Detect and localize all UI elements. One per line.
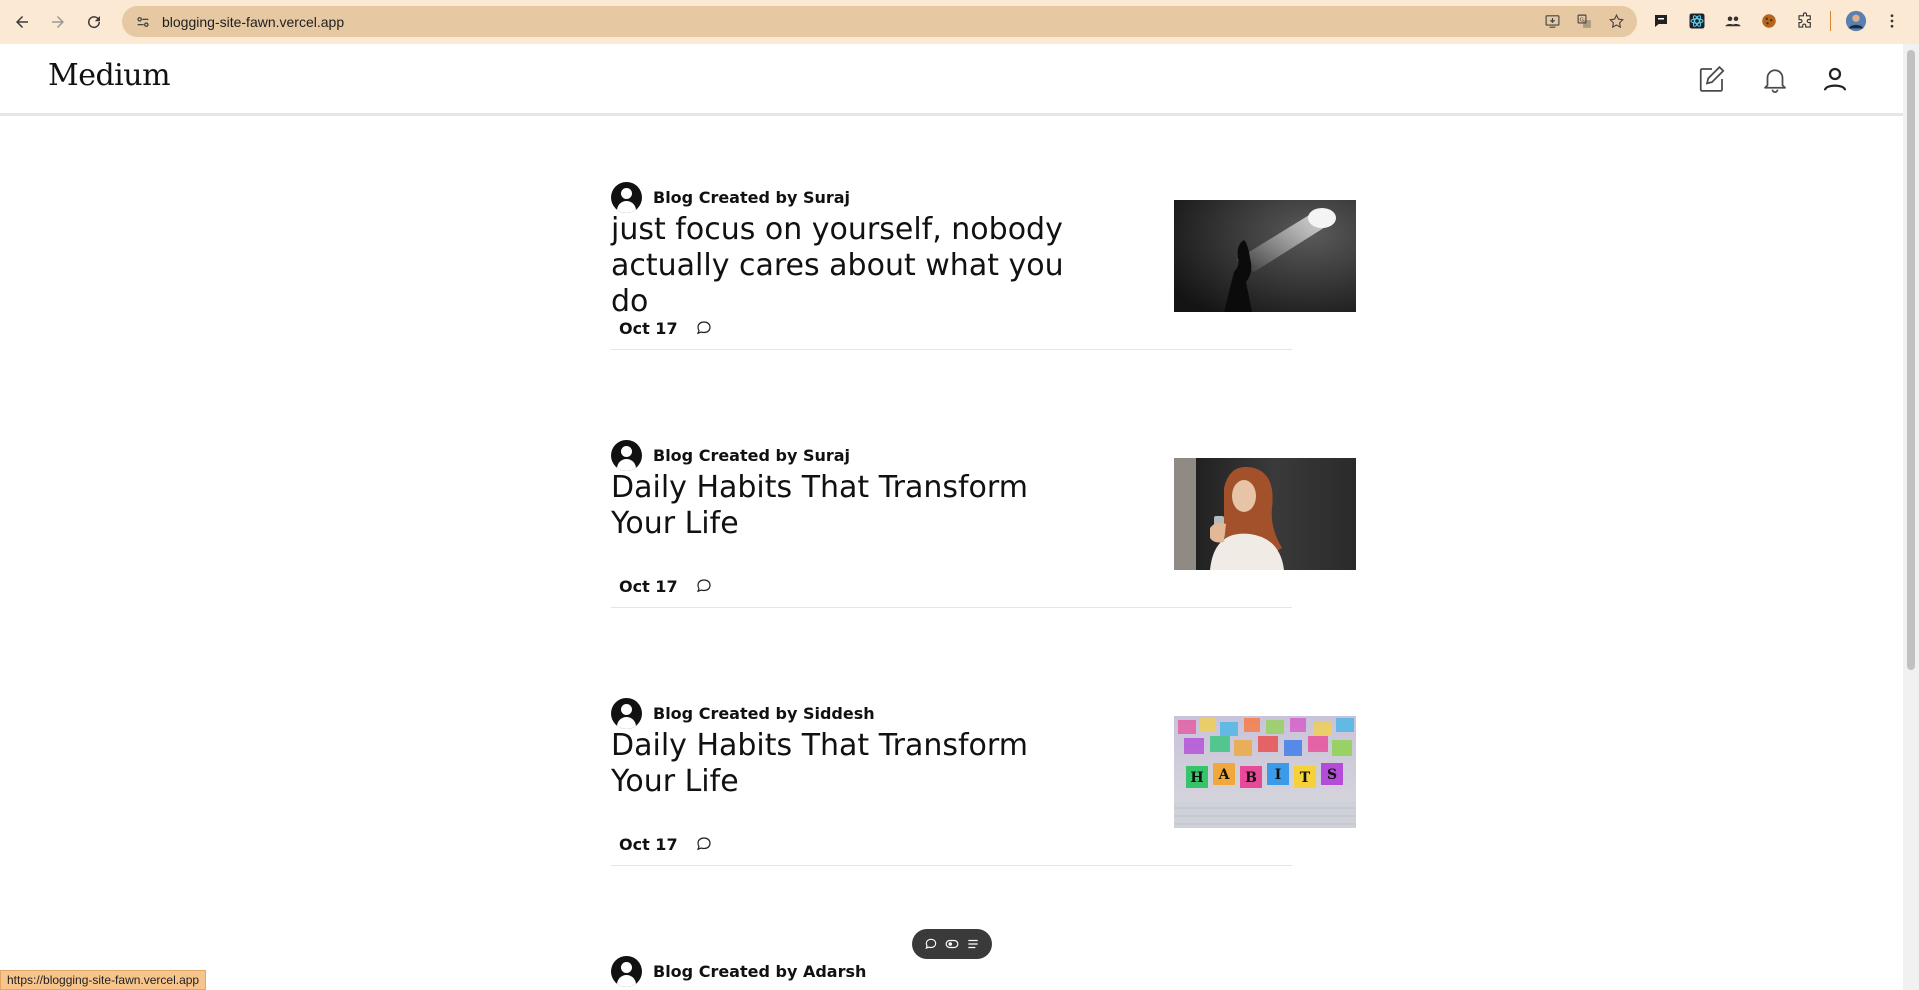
post-meta: Oct 17 xyxy=(619,834,714,854)
install-app-icon[interactable] xyxy=(1541,10,1563,32)
author-name: Blog Created by Suraj xyxy=(653,188,851,207)
post-divider xyxy=(611,865,1292,866)
back-button[interactable] xyxy=(4,4,40,40)
post-title[interactable]: Daily Habits That Transform Your Life xyxy=(611,728,1081,800)
arrow-left-icon xyxy=(16,16,28,28)
post-card[interactable]: Blog Created by Siddesh Daily Habits Tha… xyxy=(611,698,1356,878)
post-divider xyxy=(611,607,1292,608)
author-name: Blog Created by Adarsh xyxy=(653,962,867,981)
site-header: Medium xyxy=(0,44,1903,116)
letter-block-text: H xyxy=(1190,770,1203,786)
post-thumbnail xyxy=(1174,200,1356,312)
forward-button[interactable] xyxy=(40,4,76,40)
chat-extension-icon[interactable] xyxy=(1648,8,1674,34)
post-card[interactable]: Blog Created by Adarsh xyxy=(611,956,1356,990)
toggle-icon[interactable] xyxy=(944,936,960,952)
status-url-tooltip: https://blogging-site-fawn.vercel.app xyxy=(0,970,207,990)
url-text[interactable]: blogging-site-fawn.vercel.app xyxy=(162,14,344,30)
letter-block-text: B xyxy=(1245,770,1257,786)
people-extension-icon[interactable] xyxy=(1720,8,1746,34)
notifications-button[interactable] xyxy=(1758,62,1792,96)
write-button[interactable] xyxy=(1695,62,1729,96)
address-bar[interactable]: blogging-site-fawn.vercel.app G xyxy=(122,6,1637,37)
post-meta: Oct 17 xyxy=(619,318,714,338)
post-card[interactable]: Blog Created by Suraj Daily Habits That … xyxy=(611,440,1356,620)
puzzle-extensions-icon[interactable] xyxy=(1792,8,1818,34)
bell-icon xyxy=(1764,69,1786,93)
post-title[interactable]: just focus on yourself, nobody actually … xyxy=(611,212,1081,320)
author-row: Blog Created by Suraj xyxy=(611,440,850,471)
comment-icon[interactable] xyxy=(694,576,714,596)
menu-list-icon[interactable] xyxy=(965,936,981,952)
letter-block-text: T xyxy=(1300,770,1311,786)
post-card[interactable]: Blog Created by Suraj just focus on your… xyxy=(611,182,1356,362)
woman-drinking-image xyxy=(1174,458,1356,570)
translate-icon[interactable]: G xyxy=(1573,10,1595,32)
post-title[interactable]: Daily Habits That Transform Your Life xyxy=(611,470,1081,542)
post-date: Oct 17 xyxy=(619,318,678,338)
reload-button[interactable] xyxy=(76,4,112,40)
site-logo[interactable]: Medium xyxy=(48,58,171,93)
profile-avatar[interactable] xyxy=(1843,8,1869,34)
page-scrollbar[interactable] xyxy=(1903,44,1919,990)
site-info-icon[interactable] xyxy=(132,11,154,33)
author-name: Blog Created by Siddesh xyxy=(653,704,875,723)
author-avatar xyxy=(611,956,642,987)
chat-bubble-icon[interactable] xyxy=(923,936,939,952)
extensions-bar xyxy=(1648,8,1905,34)
post-date: Oct 17 xyxy=(619,576,678,596)
browser-toolbar: blogging-site-fawn.vercel.app G xyxy=(0,0,1919,44)
reload-icon xyxy=(88,16,101,29)
toolbar-divider xyxy=(1830,11,1831,31)
letter-block-text: I xyxy=(1275,767,1282,783)
bookmark-star-icon[interactable] xyxy=(1605,10,1627,32)
author-row: Blog Created by Siddesh xyxy=(611,698,875,729)
spotlight-image xyxy=(1174,200,1356,312)
author-row: Blog Created by Suraj xyxy=(611,182,850,213)
post-divider xyxy=(611,349,1292,350)
user-icon xyxy=(1823,67,1847,91)
letter-block-text: A xyxy=(1218,767,1231,783)
svg-text:G: G xyxy=(1579,17,1583,23)
profile-button[interactable] xyxy=(1818,62,1852,96)
edit-icon xyxy=(1699,65,1725,92)
author-avatar xyxy=(611,698,642,729)
post-thumbnail: HAB I TS xyxy=(1174,716,1356,828)
cookie-extension-icon[interactable] xyxy=(1756,8,1782,34)
comment-icon[interactable] xyxy=(694,318,714,338)
post-meta: Oct 17 xyxy=(619,576,714,596)
browser-menu-icon[interactable] xyxy=(1879,8,1905,34)
author-avatar xyxy=(611,440,642,471)
floating-toolbar xyxy=(912,929,992,959)
scrollbar-thumb[interactable] xyxy=(1907,50,1915,670)
comment-icon[interactable] xyxy=(694,834,714,854)
author-row: Blog Created by Adarsh xyxy=(611,956,866,987)
habits-blocks-image: HAB I TS xyxy=(1174,716,1356,828)
arrow-right-icon xyxy=(52,16,64,28)
post-thumbnail xyxy=(1174,458,1356,570)
react-devtools-icon[interactable] xyxy=(1684,8,1710,34)
letter-block-text: S xyxy=(1327,767,1337,783)
author-avatar xyxy=(611,182,642,213)
post-date: Oct 17 xyxy=(619,834,678,854)
author-name: Blog Created by Suraj xyxy=(653,446,851,465)
